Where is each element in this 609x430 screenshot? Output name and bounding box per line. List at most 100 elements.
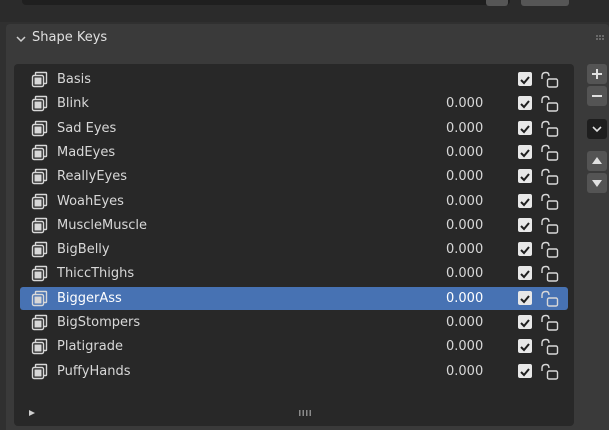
arrow-up-icon (592, 157, 602, 164)
mute-checkbox[interactable] (518, 145, 532, 159)
shape-key-value[interactable]: 0.000 (446, 145, 483, 160)
shape-key-name[interactable]: ReallyEyes (57, 169, 127, 184)
shape-key-name[interactable]: ThiccThighs (57, 266, 134, 281)
checkmark-icon (520, 368, 530, 377)
checkmark-icon (520, 100, 530, 109)
shape-key-name[interactable]: Platigrade (57, 339, 123, 354)
shape-key-icon (31, 265, 48, 282)
shape-key-row[interactable]: ThiccThighs 0.000 (20, 262, 568, 285)
lock-open-icon[interactable] (539, 241, 559, 259)
lock-open-icon[interactable] (539, 265, 559, 283)
mute-checkbox[interactable] (518, 339, 532, 353)
specials-menu-button[interactable] (587, 119, 607, 139)
shape-key-icon (31, 95, 48, 112)
mute-checkbox[interactable] (518, 242, 532, 256)
mute-checkbox[interactable] (518, 121, 532, 135)
drag-grip-icon[interactable] (595, 34, 605, 44)
shape-key-icon (31, 363, 48, 380)
shape-key-value[interactable]: 0.000 (446, 121, 483, 136)
shape-key-row[interactable]: WoahEyes 0.000 (20, 190, 568, 213)
lock-open-icon[interactable] (539, 314, 559, 332)
shape-key-row[interactable]: MuscleMuscle 0.000 (20, 214, 568, 237)
lock-open-icon[interactable] (539, 95, 559, 113)
top-strip (0, 0, 609, 22)
checkmark-icon (520, 149, 530, 158)
shape-key-icon (31, 144, 48, 161)
shape-key-row[interactable]: Blink 0.000 (20, 92, 568, 115)
mute-checkbox[interactable] (518, 194, 532, 208)
shape-key-value[interactable]: 0.000 (446, 242, 483, 257)
shape-key-icon (31, 338, 48, 355)
top-button-small[interactable] (486, 0, 508, 6)
shape-key-row[interactable]: Sad Eyes 0.000 (20, 117, 568, 140)
lock-open-icon[interactable] (539, 363, 559, 381)
move-down-button[interactable] (587, 173, 607, 193)
expand-filter-icon[interactable] (28, 409, 36, 417)
minus-icon (592, 95, 602, 97)
shape-key-row[interactable]: BigStompers 0.000 (20, 311, 568, 334)
shape-key-name[interactable]: WoahEyes (57, 194, 124, 209)
shape-key-value[interactable]: 0.000 (446, 315, 483, 330)
shape-key-icon (31, 290, 48, 307)
shape-key-row[interactable]: ReallyEyes 0.000 (20, 165, 568, 188)
shape-key-value[interactable]: 0.000 (446, 96, 483, 111)
remove-shape-key-button[interactable] (587, 86, 607, 106)
mute-checkbox[interactable] (518, 96, 532, 110)
checkmark-icon (520, 198, 530, 207)
shape-key-name[interactable]: Basis (57, 72, 91, 87)
shape-key-name[interactable]: BigStompers (57, 315, 140, 330)
shape-key-row[interactable]: BigBelly 0.000 (20, 238, 568, 261)
shape-key-value[interactable]: 0.000 (446, 291, 483, 306)
mute-checkbox[interactable] (518, 218, 532, 232)
shape-key-row[interactable]: Basis (20, 68, 568, 91)
shape-key-name[interactable]: BigBelly (57, 242, 110, 257)
lock-open-icon[interactable] (539, 290, 559, 308)
top-field[interactable] (22, 0, 510, 5)
mute-checkbox[interactable] (518, 315, 532, 329)
shape-key-name[interactable]: MadEyes (57, 145, 115, 160)
shape-key-name[interactable]: Sad Eyes (57, 121, 116, 136)
mute-checkbox[interactable] (518, 364, 532, 378)
shape-key-row[interactable]: MadEyes 0.000 (20, 141, 568, 164)
checkmark-icon (520, 76, 530, 85)
shape-key-name[interactable]: PuffyHands (57, 364, 131, 379)
lock-open-icon[interactable] (539, 217, 559, 235)
move-up-button[interactable] (587, 151, 607, 171)
resize-grip-icon[interactable] (298, 409, 312, 417)
shape-key-value[interactable]: 0.000 (446, 339, 483, 354)
shape-key-name[interactable]: BiggerAss (57, 291, 122, 306)
top-button-wide[interactable] (521, 0, 569, 6)
lock-open-icon[interactable] (539, 71, 559, 89)
checkmark-icon (520, 270, 530, 279)
add-shape-key-button[interactable] (587, 64, 607, 84)
shape-key-row[interactable]: BiggerAss 0.000 (20, 287, 568, 310)
lock-open-icon[interactable] (539, 168, 559, 186)
shape-key-row[interactable]: PuffyHands 0.000 (20, 360, 568, 383)
checkmark-icon (520, 125, 530, 134)
mute-checkbox[interactable] (518, 169, 532, 183)
chevron-down-icon[interactable] (14, 32, 28, 46)
shape-key-icon (31, 193, 48, 210)
shape-key-icon (31, 120, 48, 137)
shape-key-name[interactable]: MuscleMuscle (57, 218, 147, 233)
shape-key-value[interactable]: 0.000 (446, 169, 483, 184)
shape-key-value[interactable]: 0.000 (446, 364, 483, 379)
lock-open-icon[interactable] (539, 120, 559, 138)
shape-key-name[interactable]: Blink (57, 96, 89, 111)
lock-open-icon[interactable] (539, 338, 559, 356)
mute-checkbox[interactable] (518, 266, 532, 280)
mute-checkbox[interactable] (518, 291, 532, 305)
shape-key-icon (31, 241, 48, 258)
panel-header[interactable]: Shape Keys (6, 24, 609, 54)
shape-key-value[interactable]: 0.000 (446, 218, 483, 233)
checkmark-icon (520, 295, 530, 304)
checkmark-icon (520, 173, 530, 182)
lock-open-icon[interactable] (539, 144, 559, 162)
panel-title: Shape Keys (32, 30, 108, 45)
shape-key-row[interactable]: Platigrade 0.000 (20, 335, 568, 358)
shape-key-value[interactable]: 0.000 (446, 266, 483, 281)
mute-checkbox[interactable] (518, 72, 532, 86)
chevron-down-icon (592, 126, 602, 133)
lock-open-icon[interactable] (539, 193, 559, 211)
shape-key-value[interactable]: 0.000 (446, 194, 483, 209)
